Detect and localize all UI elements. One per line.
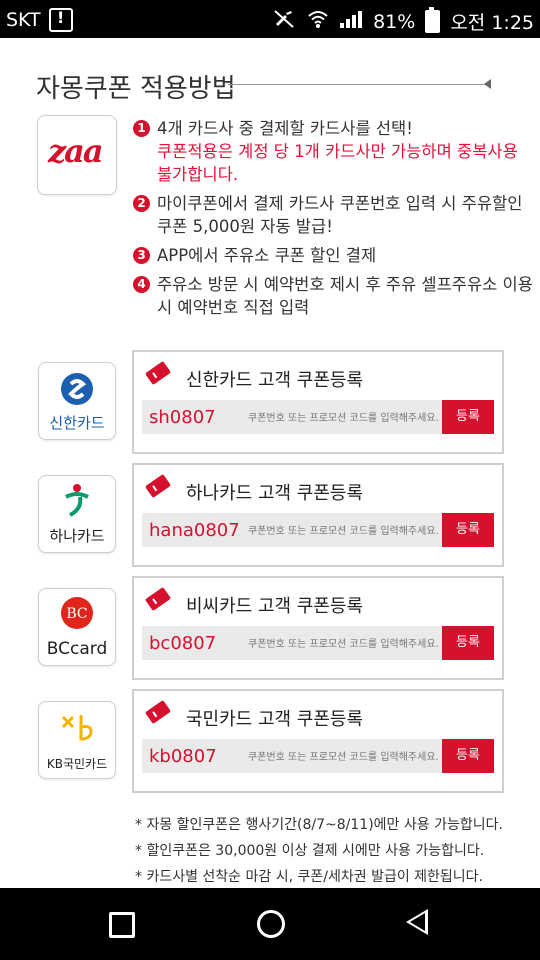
wifi-icon [307,9,329,34]
battery-percent: 81% [373,10,416,33]
coupon-panel-bc: 비씨카드 고객 쿠폰등록 bc0807 등록 [132,576,504,680]
register-button[interactable]: 등록 [442,739,494,773]
navigation-bar [0,888,540,960]
mute-icon [273,9,297,34]
kb-card-logo: KB국민카드 [38,701,116,779]
step-4: 4 주유소 방문 시 예약번호 제시 후 주유 셀프주유소 이용 시 예약번호 … [133,273,533,319]
hana-logo-label: 하나카드 [49,527,105,545]
notes: * 자몽 할인쿠폰은 행사기간(8/7~8/11)에만 사용 가능합니다. * … [135,812,503,890]
coupon-panel-hana: 하나카드 고객 쿠폰등록 hana0807 등록 [132,463,504,567]
home-button[interactable] [257,910,285,938]
coupon-code-row: kb0807 등록 [142,739,494,773]
ticket-icon [144,473,172,499]
ticket-icon [144,699,172,725]
coupon-code: sh0807 [149,407,216,428]
note-line: * 자몽 할인쿠폰은 행사기간(8/7~8/11)에만 사용 가능합니다. [135,817,503,833]
step-number: 4 [133,276,150,293]
clock: 오전 1:25 [450,12,534,34]
signal-icon [339,9,363,34]
step-text: 마이쿠폰에서 결제 카드사 쿠폰번호 입력 시 주유할인쿠폰 5,000원 자동… [157,194,523,236]
shinhan-card-logo: 신한카드 [38,362,116,440]
coupon-code: hana0807 [149,520,240,541]
hana-logo-icon [65,484,89,517]
coupon-input[interactable] [246,745,446,769]
zamong-logo-text: zaa [48,132,104,170]
usage-steps: 1 4개 카드사 중 결제할 카드사를 선택! 쿠폰적용은 계정 당 1개 카드… [133,117,533,325]
coupon-code-row: hana0807 등록 [142,513,494,547]
register-button[interactable]: 등록 [442,400,494,434]
coupon-title: 하나카드 고객 쿠폰등록 [186,483,364,504]
title-divider [228,84,486,85]
page-title: 자몽쿠폰 적용방법 [36,74,236,104]
step-text: 주유소 방문 시 예약번호 제시 후 주유 셀프주유소 이용 시 예약번호 직접… [157,275,533,317]
register-button[interactable]: 등록 [442,626,494,660]
step-number: 2 [133,195,150,212]
step-2: 2 마이쿠폰에서 결제 카드사 쿠폰번호 입력 시 주유할인쿠폰 5,000원 … [133,192,533,238]
step-text: APP에서 주유소 쿠폰 할인 결제 [157,246,377,265]
bc-logo-label: BCcard [46,639,108,659]
svg-text:BC: BC [66,606,87,622]
coupon-code: bc0807 [149,633,217,654]
ticket-icon [144,586,172,612]
step-1: 1 4개 카드사 중 결제할 카드사를 선택! 쿠폰적용은 계정 당 1개 카드… [133,117,533,186]
note-line: * 할인쿠폰은 30,000원 이상 결제 시에만 사용 가능합니다. [135,843,485,859]
zamong-logo: zaa [37,115,117,195]
note-line: * 카드사별 선착순 마감 시, 쿠폰/세차권 발급이 제한됩니다. [135,869,484,885]
back-button[interactable] [406,909,428,935]
step-number: 1 [133,120,150,137]
bc-card-logo: BC BCcard [38,588,116,666]
carrier-label: SKT [6,9,41,31]
coupon-title: 국민카드 고객 쿠폰등록 [186,709,364,730]
step-3: 3 APP에서 주유소 쿠폰 할인 결제 [133,244,533,267]
coupon-code: kb0807 [149,746,217,767]
bc-logo-icon: BC [61,597,93,629]
coupon-input[interactable] [246,632,446,656]
alert-icon [48,8,73,32]
coupon-title: 신한카드 고객 쿠폰등록 [186,370,364,391]
ticket-icon [144,360,172,386]
coupon-code-row: sh0807 등록 [142,400,494,434]
coupon-input[interactable] [246,406,446,430]
battery-icon [425,7,441,33]
coupon-code-row: bc0807 등록 [142,626,494,660]
step-number: 3 [133,247,150,264]
shinhan-logo-icon [61,373,93,405]
coupon-panel-kb: 국민카드 고객 쿠폰등록 kb0807 등록 [132,689,504,793]
register-button[interactable]: 등록 [442,513,494,547]
kb-logo-label: KB국민카드 [46,757,108,771]
coupon-panel-shinhan: 신한카드 고객 쿠폰등록 sh0807 등록 [132,350,504,454]
recent-apps-button[interactable] [109,912,135,938]
title-arrow-icon [484,79,491,89]
hana-card-logo: 하나카드 [38,475,116,553]
step-text: 4개 카드사 중 결제할 카드사를 선택! [157,119,413,138]
shinhan-logo-label: 신한카드 [49,414,105,432]
kb-logo-icon [61,715,93,741]
step-note: 쿠폰적용은 계정 당 1개 카드사만 가능하며 중복사용 불가합니다. [157,142,518,184]
coupon-title: 비씨카드 고객 쿠폰등록 [186,596,364,617]
status-bar: SKT 81% 오전 1:25 [0,0,540,38]
coupon-input[interactable] [246,519,446,543]
